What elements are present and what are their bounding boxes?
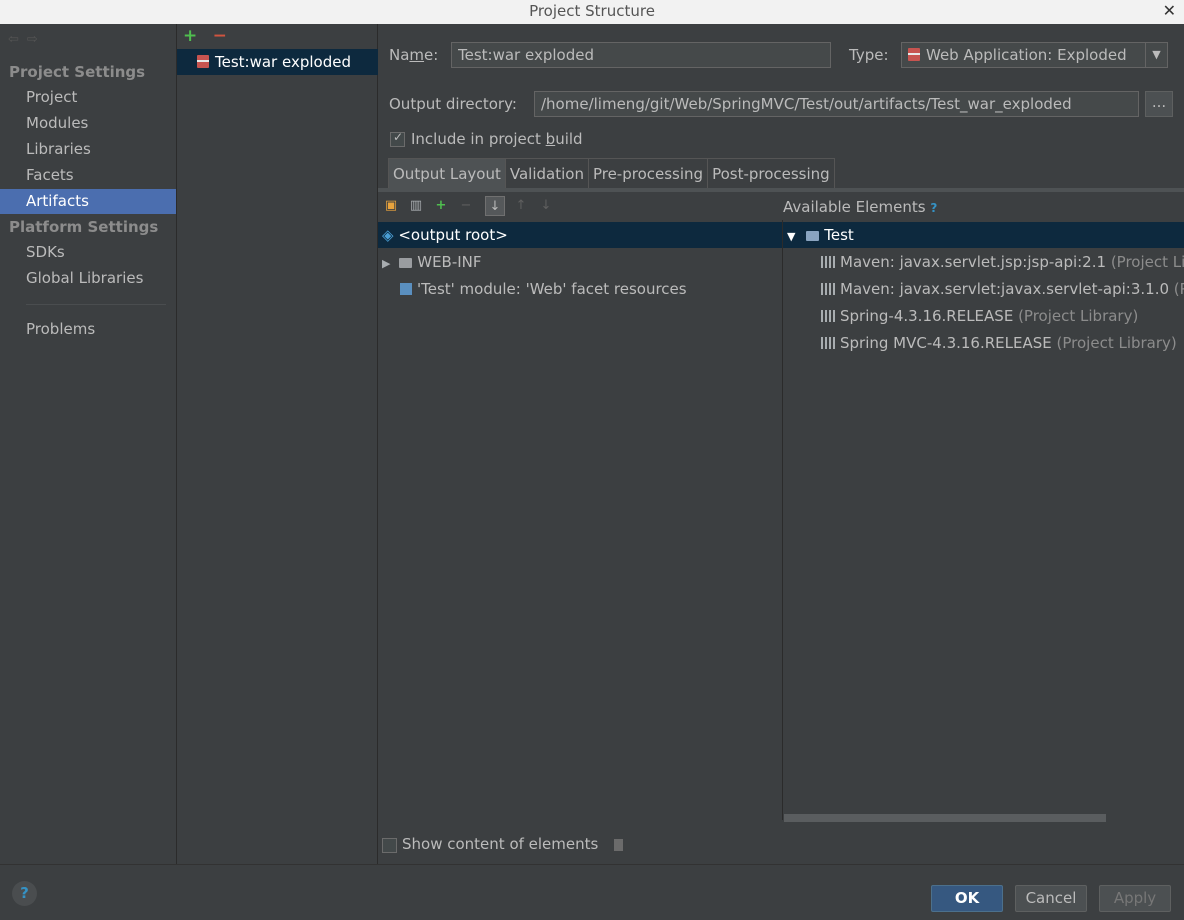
- back-forward-icons[interactable]: ⇦⇨: [8, 32, 46, 47]
- type-label: Type:: [849, 46, 889, 64]
- window-title: Project Structure: [529, 2, 655, 20]
- chevron-down-icon: ▼: [1145, 43, 1167, 67]
- type-select-value: Web Application: Exploded: [926, 46, 1127, 64]
- name-label: Name:: [389, 46, 439, 64]
- cancel-button[interactable]: Cancel: [1015, 885, 1087, 912]
- create-archive-icon[interactable]: ▥: [406, 196, 426, 216]
- artifact-editor: Name: Type: Web Application: Exploded ▼ …: [378, 24, 1184, 864]
- chevron-down-icon: ▼: [787, 230, 796, 243]
- horizontal-scrollbar[interactable]: [784, 814, 1106, 822]
- artifacts-list-panel: + − Test:war exploded: [177, 24, 378, 864]
- sidebar-item-project[interactable]: Project: [0, 85, 176, 110]
- type-select[interactable]: Web Application: Exploded ▼: [901, 42, 1168, 68]
- sidebar-divider: [26, 304, 166, 305]
- output-layout-tree: ◈ <output root> ▶ WEB-INF 'Test' module:…: [378, 220, 782, 820]
- module-icon: [806, 231, 820, 241]
- available-row-test[interactable]: ▼ Test: [783, 222, 1184, 248]
- include-in-build-label: Include in project build: [411, 130, 583, 148]
- add-copy-icon[interactable]: +: [431, 196, 451, 216]
- tree-row-output-root[interactable]: ◈ <output root>: [378, 222, 782, 248]
- library-item[interactable]: Spring MVC-4.3.16.RELEASE (Project Libra…: [783, 330, 1184, 356]
- name-field[interactable]: [451, 42, 831, 68]
- sidebar-item-modules[interactable]: Modules: [0, 111, 176, 136]
- show-content-label: Show content of elements: [402, 835, 599, 853]
- output-directory-field[interactable]: [534, 91, 1139, 117]
- sort-elements-icon[interactable]: ↓: [485, 196, 505, 216]
- dialog-footer: ? OK Cancel Apply: [0, 864, 1184, 920]
- sidebar-item-facets[interactable]: Facets: [0, 163, 176, 188]
- web-app-icon: [908, 48, 920, 61]
- project-settings-header: Project Settings: [9, 63, 146, 81]
- move-down-icon[interactable]: ↓: [536, 196, 556, 216]
- close-icon[interactable]: ✕: [1163, 0, 1176, 22]
- chevron-right-icon: ▶: [382, 257, 391, 270]
- artifact-item[interactable]: Test:war exploded: [177, 49, 378, 75]
- library-item[interactable]: Maven: javax.servlet.jsp:jsp-api:2.1 (Pr…: [783, 249, 1184, 275]
- help-icon: ?: [930, 201, 938, 215]
- available-elements-label: Available Elements ?: [783, 198, 938, 216]
- tab-post-processing[interactable]: Post-processing: [707, 158, 835, 188]
- tab-pre-processing[interactable]: Pre-processing: [587, 158, 709, 188]
- output-root-icon: ◈: [382, 226, 394, 244]
- library-icon: [821, 337, 835, 349]
- sidebar-item-global-libraries[interactable]: Global Libraries: [0, 266, 176, 291]
- tab-validation[interactable]: Validation: [504, 158, 589, 188]
- folder-icon: [399, 258, 413, 268]
- sidebar-item-artifacts[interactable]: Artifacts: [0, 189, 176, 214]
- sidebar-item-libraries[interactable]: Libraries: [0, 137, 176, 162]
- library-item[interactable]: Spring-4.3.16.RELEASE (Project Library): [783, 303, 1184, 329]
- output-directory-label: Output directory:: [389, 95, 517, 113]
- tree-row-facet-resources[interactable]: 'Test' module: 'Web' facet resources: [378, 276, 782, 302]
- artifact-item-label: Test:war exploded: [215, 53, 351, 71]
- platform-settings-header: Platform Settings: [9, 218, 159, 236]
- apply-button[interactable]: Apply: [1099, 885, 1171, 912]
- facet-resource-icon: [400, 283, 412, 295]
- library-icon: [821, 310, 835, 322]
- browse-button[interactable]: ...: [1145, 91, 1173, 117]
- create-directory-icon[interactable]: ▣: [381, 196, 401, 216]
- settings-sidebar: ⇦⇨ Project Settings Project Modules Libr…: [0, 24, 177, 864]
- help-button[interactable]: ?: [12, 881, 37, 906]
- add-artifact-icon[interactable]: +: [183, 26, 197, 46]
- settings-icon[interactable]: [614, 839, 623, 851]
- library-item[interactable]: Maven: javax.servlet:javax.servlet-api:3…: [783, 276, 1184, 302]
- title-bar: Project Structure ✕: [0, 0, 1184, 24]
- artifacts-toolbar: + −: [183, 26, 227, 46]
- library-icon: [821, 283, 835, 295]
- artifact-tabs: Output Layout Validation Pre-processing …: [388, 158, 835, 188]
- remove-icon[interactable]: −: [456, 196, 476, 216]
- output-layout-panel: ▣ ▥ + − ↓ ↑ ↓ Available Elements ? ◈ <ou…: [378, 192, 1184, 822]
- library-icon: [821, 256, 835, 268]
- include-in-build-checkbox[interactable]: [390, 130, 405, 147]
- remove-artifact-icon[interactable]: −: [213, 26, 227, 46]
- tab-output-layout[interactable]: Output Layout: [388, 158, 506, 188]
- available-elements-tree: ▼ Test Maven: javax.servlet.jsp:jsp-api:…: [782, 220, 1184, 820]
- sidebar-item-sdks[interactable]: SDKs: [0, 240, 176, 265]
- tree-row-web-inf[interactable]: ▶ WEB-INF: [378, 249, 782, 275]
- move-up-icon[interactable]: ↑: [511, 196, 531, 216]
- sidebar-item-problems[interactable]: Problems: [0, 317, 176, 342]
- ok-button[interactable]: OK: [931, 885, 1003, 912]
- war-artifact-icon: [197, 55, 209, 68]
- show-content-checkbox[interactable]: [382, 838, 397, 853]
